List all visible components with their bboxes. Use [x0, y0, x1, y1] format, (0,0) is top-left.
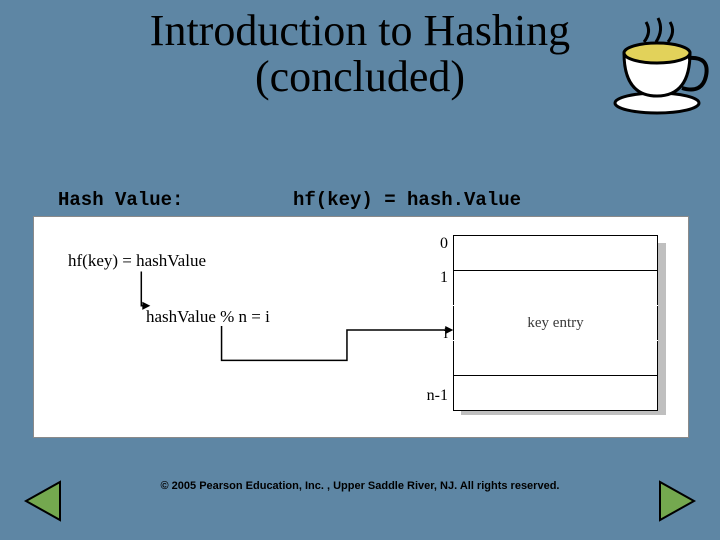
row-label-1: 1 — [418, 269, 448, 287]
row-label-n-1: n-1 — [418, 387, 448, 405]
table-cell-1 — [454, 271, 658, 306]
figure-panel: hf(key) = hashValue hashValue % n = i 0 … — [33, 216, 689, 438]
table-cell-0 — [454, 236, 658, 271]
arrow-left-icon — [20, 478, 66, 524]
key-entry-label: key entry — [527, 315, 583, 331]
previous-slide-button[interactable] — [20, 478, 66, 524]
title-line-1: Introduction to Hashing — [150, 6, 570, 55]
figure-hf-text: hf(key) = hashValue — [68, 251, 206, 271]
teacup-icon — [602, 8, 712, 118]
row-label-0: 0 — [418, 235, 448, 253]
table-cell-n-1 — [454, 376, 658, 411]
hash-value-label: Hash Value: — [58, 189, 293, 211]
row-label-i: i — [418, 325, 448, 343]
table-cell-pre-n-1 — [454, 341, 658, 376]
hash-value-expression: hf(key) = hash.Value — [293, 189, 521, 211]
title-line-2: (concluded) — [255, 52, 465, 101]
table-cell-i: key entry — [454, 306, 658, 341]
next-slide-button[interactable] — [654, 478, 700, 524]
arrow-right-icon — [654, 478, 700, 524]
figure-mod-text: hashValue % n = i — [146, 307, 270, 327]
hash-table-drawing: key entry — [453, 235, 658, 411]
copyright-text: © 2005 Pearson Education, Inc. , Upper S… — [0, 480, 720, 492]
